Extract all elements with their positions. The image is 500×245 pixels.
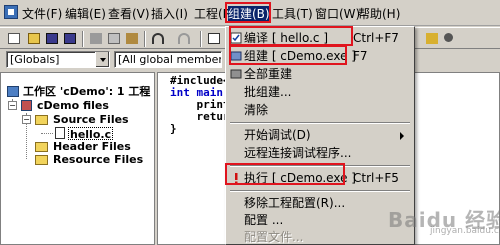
save-icon[interactable] <box>44 31 60 46</box>
chevron-down-icon[interactable] <box>95 52 109 67</box>
workspace-pane: 工作区 'cDemo': 1 工程 − cDemo files − Source… <box>0 72 155 245</box>
menu-insert[interactable]: 插入(I) <box>151 6 188 22</box>
build-menu-highlight <box>225 2 271 23</box>
menu-item-clean[interactable]: 清除 <box>228 101 412 119</box>
menu-file[interactable]: 文件(F) <box>22 6 62 22</box>
cut-icon[interactable] <box>88 31 104 46</box>
folder-icon <box>35 155 48 165</box>
find-icon[interactable] <box>442 31 458 46</box>
find-in-files-icon[interactable] <box>424 31 440 46</box>
menu-separator <box>230 122 410 124</box>
members-combo-value: [All global member <box>118 53 222 66</box>
menu-item-remote-debug[interactable]: 远程连接调试程序... <box>228 144 412 162</box>
file-hello-c[interactable]: hello.c <box>68 127 114 141</box>
menu-item-remove-config[interactable]: 移除工程配置(R)... <box>228 194 412 212</box>
undo-icon[interactable] <box>150 31 166 46</box>
menu-item-batch-build[interactable]: 批组建... <box>228 83 412 101</box>
compile-highlight <box>229 26 353 46</box>
project-icon <box>21 100 32 111</box>
menu-item-start-debug[interactable]: 开始调试(D) <box>228 126 412 144</box>
redo-icon[interactable] <box>176 31 192 46</box>
app-icon <box>4 5 18 19</box>
menu-window[interactable]: 窗口(W) <box>315 6 360 22</box>
collapse-icon[interactable]: − <box>22 115 31 124</box>
globals-combo-value: [Globals] <box>10 53 60 66</box>
new-file-icon[interactable] <box>6 31 22 46</box>
code-line-brace: } <box>170 122 177 135</box>
submenu-arrow-icon <box>400 132 404 140</box>
menu-item-rebuild-all[interactable]: 全部重建 <box>228 65 412 83</box>
rebuild-icon <box>230 69 242 79</box>
menu-edit[interactable]: 编辑(E) <box>65 6 106 22</box>
workspace-root[interactable]: 工作区 'cDemo': 1 工程 <box>23 85 150 98</box>
menu-tools[interactable]: 工具(T) <box>272 6 313 22</box>
workspace-icon[interactable] <box>206 31 222 46</box>
folder-icon <box>35 142 48 152</box>
execute-highlight <box>225 163 345 185</box>
menu-help[interactable]: 帮助(H) <box>358 6 400 22</box>
build-highlight <box>229 45 347 65</box>
collapse-icon[interactable]: − <box>8 101 17 110</box>
menu-separator <box>230 190 410 192</box>
menu-item-configurations[interactable]: 配置 ... <box>228 211 412 229</box>
baidu-watermark-url: jingyan.baidu.com <box>430 226 500 236</box>
header-files-folder[interactable]: Header Files <box>53 140 131 153</box>
menu-item-config-files: 配置文件... <box>244 230 304 244</box>
menu-view[interactable]: 查看(V) <box>108 6 150 22</box>
c-file-icon <box>55 127 65 139</box>
globals-combo[interactable]: [Globals] <box>6 51 110 68</box>
project-node[interactable]: cDemo files <box>37 99 109 112</box>
resource-files-folder[interactable]: Resource Files <box>53 153 143 166</box>
folder-icon <box>35 115 48 125</box>
save-all-icon[interactable] <box>62 31 78 46</box>
members-combo[interactable]: [All global member <box>114 51 222 68</box>
open-folder-icon[interactable] <box>26 31 42 46</box>
source-files-folder[interactable]: Source Files <box>53 113 129 126</box>
paste-icon[interactable] <box>124 31 140 46</box>
workspace-icon <box>7 86 19 97</box>
copy-icon[interactable] <box>106 31 122 46</box>
